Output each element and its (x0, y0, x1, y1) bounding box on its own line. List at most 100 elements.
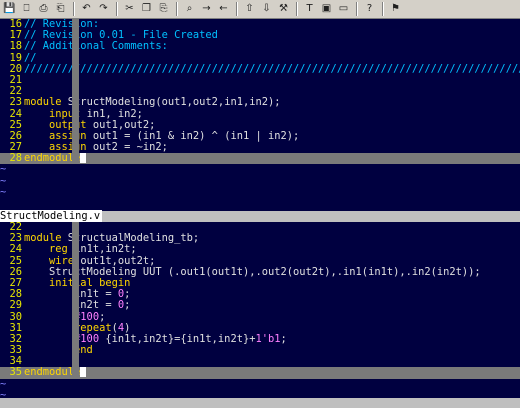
line-number: 29 (9, 299, 22, 312)
load-session-icon[interactable]: ⇧ (242, 2, 257, 17)
empty-buffer-line: ~ (0, 163, 7, 176)
code-text: ////////////////////////////////////////… (24, 63, 520, 75)
code-text: #100 {in1t,in2t}={in1t,in2t}+1'b1; (24, 333, 287, 345)
code-token: ////////////////////////////////////////… (24, 62, 520, 75)
empty-buffer-line: ~ (0, 388, 7, 398)
code-text: #100; (24, 311, 105, 323)
code-token: repeat (74, 321, 112, 334)
code-token: // (24, 51, 37, 64)
text-cursor (80, 153, 87, 164)
jump-tag-icon[interactable]: ▭ (336, 2, 351, 17)
make-icon[interactable]: T (302, 2, 317, 17)
code-text: wire out1t,out2t; (24, 255, 155, 267)
copy-icon[interactable]: ❐ (139, 2, 154, 17)
code-text: // (24, 52, 37, 64)
line-number: 18 (9, 40, 22, 53)
toolbar-separator (382, 2, 384, 16)
code-token: out1,out2; (92, 118, 156, 131)
code-token: // Additional Comments: (24, 40, 168, 53)
code-token: out1 = (in1 & in2) ^ (in1 | in2); (92, 129, 300, 142)
search-help-icon[interactable]: ⚑ (388, 2, 403, 17)
find-next-icon[interactable]: → (199, 2, 214, 17)
code-token: ; (280, 332, 287, 345)
tags-icon[interactable]: ▣ (319, 2, 334, 17)
code-token: module (24, 96, 68, 109)
code-token: assign (49, 129, 93, 142)
code-text: // Revision 0.01 - File Created (24, 29, 218, 41)
code-token: in1t,in2t; (74, 243, 137, 256)
save-icon[interactable]: 💾 (2, 2, 17, 17)
toolbar: 💾 ⎕ ⎙ ⎗ ↶ ↷ ✂ ❐ ⎘ ⌕ → ← ⇧ ⇩ ⚒ T ▣ ▭? ⚑ (0, 0, 520, 19)
bottom-status-bar (0, 398, 520, 408)
code-token: 1'b1 (255, 332, 281, 345)
cursor-column-top (72, 19, 79, 164)
save-session-icon[interactable]: ⇩ (259, 2, 274, 17)
toolbar-separator (236, 2, 238, 16)
status-filename: StructModeling.v (0, 210, 103, 222)
line-number: 24 (9, 243, 22, 256)
code-token: out1t,out2t; (80, 254, 156, 267)
code-token: initial begin (49, 276, 131, 289)
code-text: module StructualModeling_tb; (24, 232, 199, 244)
code-token: input (49, 107, 87, 120)
code-text: assign out2 = ~in2; (24, 141, 168, 153)
undo-icon[interactable]: ↶ (79, 2, 94, 17)
run-script-icon[interactable]: ⚒ (276, 2, 291, 17)
code-text: end (24, 344, 93, 356)
toolbar-separator (73, 2, 75, 16)
code-text: reg in1t,in2t; (24, 243, 137, 255)
empty-buffer-line: ~ (0, 185, 7, 198)
code-token: StructualModeling_tb; (67, 232, 200, 245)
find-icon[interactable]: ⌕ (182, 2, 197, 17)
code-token: StructModeling(out1,out2,in1,in2); (67, 96, 281, 109)
code-text: module StructModeling(out1,out2,in1,in2)… (24, 96, 281, 108)
empty-buffer-line: ~ (0, 174, 7, 187)
line-number: 35 (9, 366, 22, 379)
toolbar-separator (356, 2, 358, 16)
code-token: assign (49, 141, 93, 154)
code-text: // Additional Comments: (24, 40, 168, 52)
toolbar-separator (176, 2, 178, 16)
code-token: in1, in2; (86, 107, 143, 120)
code-token: // Revision 0.01 - File Created (24, 29, 218, 42)
code-text: StructModeling UUT (.out1(out1t),.out2(o… (24, 266, 481, 278)
toolbar-separator (116, 2, 118, 16)
find-prev-icon[interactable]: ← (216, 2, 231, 17)
code-text: input in1, in2; (24, 108, 143, 120)
code-token: in2t = (24, 299, 118, 312)
line-number: 23 (9, 96, 22, 109)
print-preview-icon[interactable]: ⎗ (53, 2, 68, 17)
help-icon[interactable]: ? (362, 2, 377, 17)
toolbar-separator (296, 2, 298, 16)
code-token: StructModeling UUT (.out1(out1t),.out2(o… (24, 265, 481, 278)
code-token: reg (49, 243, 75, 256)
code-token: out2 = ~in2; (92, 141, 168, 154)
save-all-icon[interactable]: ⎕ (19, 2, 34, 17)
code-token: ; (99, 310, 106, 323)
print-icon[interactable]: ⎙ (36, 2, 51, 17)
cut-icon[interactable]: ✂ (122, 2, 137, 17)
redo-icon[interactable]: ↷ (96, 2, 111, 17)
paste-icon[interactable]: ⎘ (156, 2, 171, 17)
empty-buffer-line: ~ (0, 377, 7, 390)
code-token: module (24, 232, 68, 245)
code-token: in1t = (24, 288, 118, 301)
code-token: output (49, 118, 93, 131)
text-cursor (80, 367, 87, 378)
cursor-column-bottom (72, 222, 79, 376)
code-text: output out1,out2; (24, 119, 155, 131)
code-token: ; (124, 299, 131, 312)
code-token: ) (124, 321, 131, 334)
code-token: ; (124, 288, 131, 301)
